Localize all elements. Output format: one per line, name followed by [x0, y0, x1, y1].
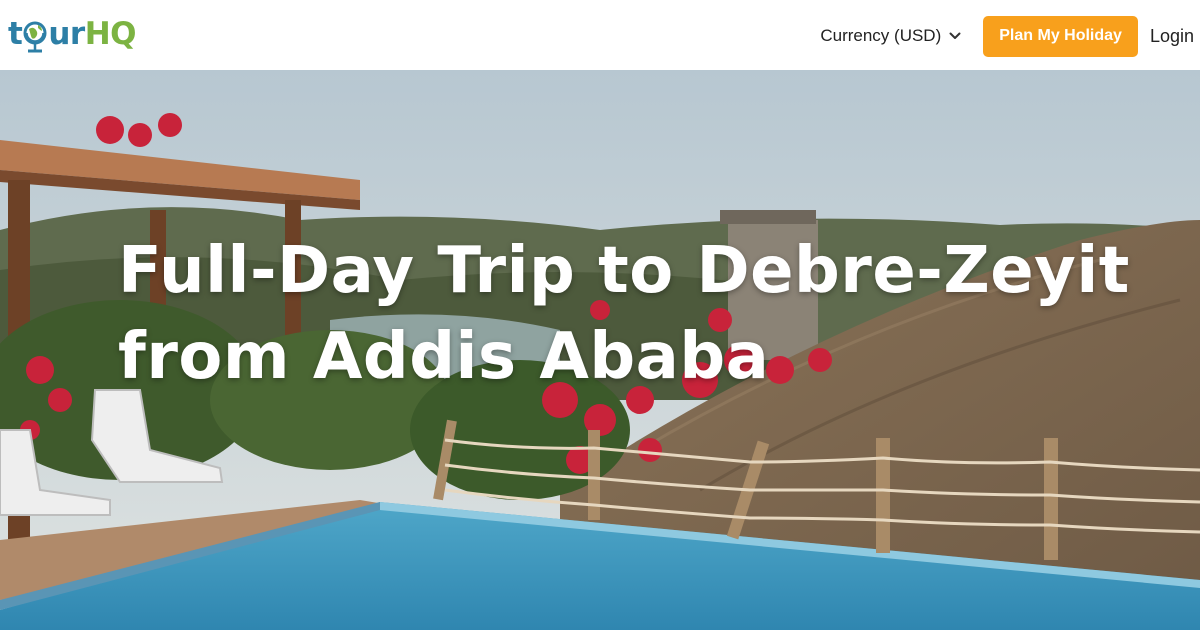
globe-icon [23, 21, 47, 53]
logo-letters-ur: ur [48, 15, 85, 52]
logo-letters-hq: HQ [84, 15, 137, 52]
hero-banner: Full-Day Trip to Debre-Zeyit from Addis … [0, 70, 1200, 630]
login-link[interactable]: Login [1150, 26, 1194, 47]
hero-title-line1: Full-Day Trip to Debre-Zeyit [118, 234, 1130, 308]
chevron-down-icon [949, 32, 961, 39]
plan-my-holiday-button[interactable]: Plan My Holiday [983, 15, 1138, 57]
hero-title-line2: from Addis Ababa [118, 320, 770, 394]
nav-actions: Currency (USD) Plan My Holiday Login [820, 15, 1194, 57]
currency-label: Currency (USD) [820, 26, 942, 45]
tourhq-logo[interactable]: t ur HQ [8, 12, 137, 56]
hero-title: Full-Day Trip to Debre-Zeyit from Addis … [118, 228, 1148, 400]
logo-letter-t: t [8, 15, 23, 52]
currency-dropdown[interactable]: Currency (USD) [820, 26, 961, 46]
top-navbar: t ur HQ Currency (USD) Plan My Holiday L… [0, 0, 1200, 70]
